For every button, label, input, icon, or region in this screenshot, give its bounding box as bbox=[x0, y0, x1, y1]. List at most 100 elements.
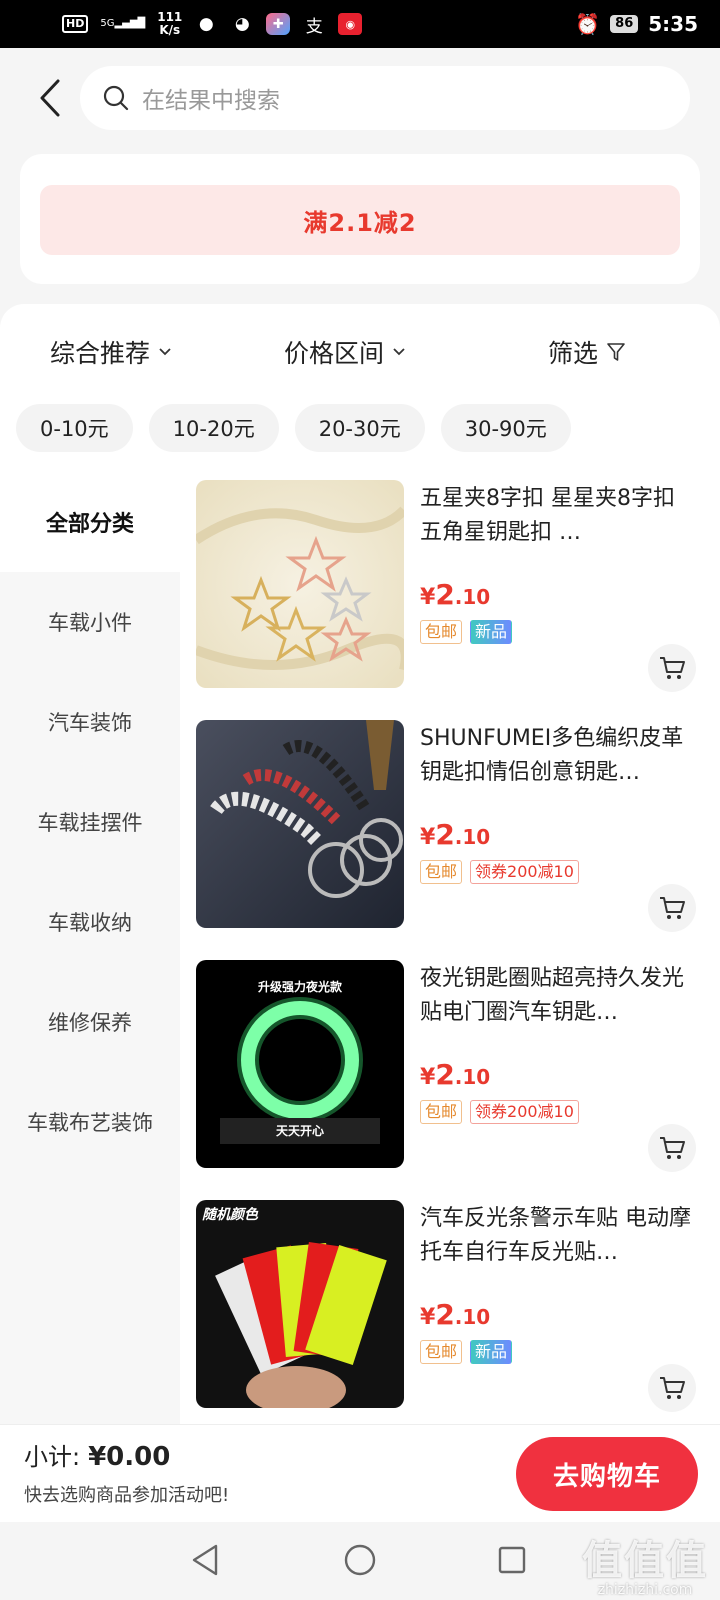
alarm-icon: ⏰ bbox=[575, 12, 601, 36]
network-type: 5G bbox=[100, 18, 115, 29]
new-badge: 新品 bbox=[470, 620, 513, 644]
nav-recents-icon[interactable] bbox=[492, 1540, 532, 1580]
speed-value: 111 bbox=[157, 10, 183, 24]
cart-icon bbox=[660, 1137, 685, 1159]
list-item[interactable]: 五星夹8字扣 星星夹8字扣 五角星钥匙扣 … ¥2.10 包邮 新品 bbox=[196, 480, 706, 720]
price-decimal: .10 bbox=[454, 1065, 491, 1089]
add-to-cart-button[interactable] bbox=[648, 1364, 696, 1412]
sort-price-range-label: 价格区间 bbox=[284, 339, 385, 368]
watermark-url: zhizhizhi.com bbox=[597, 1582, 693, 1598]
chevron-down-icon bbox=[159, 348, 171, 356]
cart-icon bbox=[660, 657, 685, 679]
product-title: 五星夹8字扣 星星夹8字扣 五角星钥匙扣 … bbox=[420, 486, 675, 545]
price-integer: 2 bbox=[435, 1298, 455, 1331]
filter-icon bbox=[607, 343, 625, 361]
category-sidebar: 全部分类 车载小件 汽车装饰 车载挂摆件 车载收纳 维修保养 车载布艺装饰 bbox=[0, 472, 180, 1424]
sidebar-item-all[interactable]: 全部分类 bbox=[0, 472, 180, 572]
filter-label: 筛选 bbox=[548, 339, 599, 368]
price-integer: 2 bbox=[435, 578, 455, 611]
price-chip[interactable]: 0-10元 bbox=[16, 404, 133, 452]
list-item[interactable]: 升级强力夜光款 天天开心 夜光钥匙圈贴超亮持久发光贴电门圈汽车钥匙… ¥2.10… bbox=[196, 960, 706, 1200]
list-item[interactable]: SHUNFUMEI多色编织皮革钥匙扣情侣创意钥匙… ¥2.10 包邮 领券200… bbox=[196, 720, 706, 960]
new-badge: 新品 bbox=[470, 1340, 513, 1364]
price-integer: 2 bbox=[435, 1058, 455, 1091]
speed-unit: K/s bbox=[159, 23, 181, 37]
sidebar-item-decoration[interactable]: 汽车装饰 bbox=[0, 672, 180, 772]
product-tags: 包邮 新品 bbox=[420, 1340, 513, 1364]
product-image bbox=[196, 480, 404, 688]
clock: 5:35 bbox=[648, 12, 698, 36]
alipay-icon: 支 bbox=[305, 16, 323, 37]
promo-discount-button[interactable]: 满2.1减2 bbox=[40, 185, 680, 255]
reflective-strips-graphic bbox=[215, 1242, 387, 1408]
price-decimal: .10 bbox=[454, 825, 491, 849]
subtotal-amount: ¥0.00 bbox=[88, 1442, 171, 1472]
free-shipping-badge: 包邮 bbox=[420, 860, 463, 884]
product-price: ¥2.10 bbox=[420, 818, 490, 851]
go-to-cart-button[interactable]: 去购物车 bbox=[516, 1437, 698, 1511]
sidebar-item-small-items[interactable]: 车载小件 bbox=[0, 572, 180, 672]
cart-icon bbox=[660, 897, 685, 919]
price-chip[interactable]: 10-20元 bbox=[148, 404, 279, 452]
image-caption-bottom: 天天开心 bbox=[220, 1118, 380, 1144]
product-title: 汽车反光条警示车贴 电动摩托车自行车反光贴… bbox=[420, 1206, 691, 1265]
product-tags: 包邮 新品 bbox=[420, 620, 513, 644]
nav-back-icon[interactable] bbox=[186, 1540, 226, 1580]
battery-indicator: 86 bbox=[610, 15, 639, 33]
free-shipping-badge: 包邮 bbox=[420, 1100, 463, 1124]
product-panel: 综合推荐 价格区间 筛选 0-10元 10-20元 20-30元 30-90元 … bbox=[0, 304, 720, 1424]
qq-icon: ◕ bbox=[234, 14, 250, 34]
top-header: 在结果中搜索 bbox=[0, 48, 720, 148]
sort-comprehensive[interactable]: 综合推荐 bbox=[50, 324, 172, 380]
back-icon[interactable] bbox=[36, 78, 64, 118]
watermark-logo: 值值值 bbox=[582, 1538, 708, 1584]
sidebar-item-ornaments[interactable]: 车载挂摆件 bbox=[0, 772, 180, 872]
sidebar-item-storage[interactable]: 车载收纳 bbox=[0, 872, 180, 972]
product-title: SHUNFUMEI多色编织皮革钥匙扣情侣创意钥匙… bbox=[420, 726, 684, 785]
coupon-badge: 领券200减10 bbox=[470, 860, 579, 884]
add-to-cart-button[interactable] bbox=[648, 884, 696, 932]
checkout-bar: 小计: ¥0.00 快去选购商品参加活动吧! 去购物车 bbox=[0, 1424, 720, 1522]
product-title: 夜光钥匙圈贴超亮持久发光贴电门圈汽车钥匙… bbox=[420, 966, 685, 1025]
nav-home-icon[interactable] bbox=[340, 1540, 380, 1580]
product-price: ¥2.10 bbox=[420, 578, 490, 611]
search-input[interactable]: 在结果中搜索 bbox=[80, 66, 690, 130]
wechat-icon: ● bbox=[198, 14, 214, 34]
price-symbol: ¥ bbox=[420, 585, 436, 610]
chevron-down-icon bbox=[393, 348, 405, 356]
sort-price-range[interactable]: 价格区间 bbox=[284, 324, 406, 380]
product-price: ¥2.10 bbox=[420, 1058, 490, 1091]
add-to-cart-button[interactable] bbox=[648, 1124, 696, 1172]
sort-bar: 综合推荐 价格区间 筛选 bbox=[0, 324, 720, 380]
price-chip[interactable]: 20-30元 bbox=[294, 404, 425, 452]
product-image: 随机颜色 bbox=[196, 1200, 404, 1408]
image-caption: 随机颜色 bbox=[202, 1207, 258, 1223]
product-list: 五星夹8字扣 星星夹8字扣 五角星钥匙扣 … ¥2.10 包邮 新品 SHUNF… bbox=[196, 480, 706, 1440]
search-placeholder: 在结果中搜索 bbox=[142, 88, 280, 114]
hd-indicator: HD bbox=[62, 15, 89, 33]
price-symbol: ¥ bbox=[420, 1305, 436, 1330]
price-chip[interactable]: 30-90元 bbox=[440, 404, 571, 452]
cart-icon bbox=[660, 1377, 685, 1399]
coupon-badge: 领券200减10 bbox=[470, 1100, 579, 1124]
network-speed: 111 K/s bbox=[157, 11, 182, 37]
app-icon: ✚ bbox=[266, 13, 291, 35]
price-decimal: .10 bbox=[454, 1305, 491, 1329]
add-to-cart-button[interactable] bbox=[648, 644, 696, 692]
list-item[interactable]: 随机颜色 汽车反光条警示车贴 电动摩托车自行车反光贴… ¥2.10 包邮 新品 bbox=[196, 1200, 706, 1440]
subtotal-hint: 快去选购商品参加活动吧! bbox=[24, 1485, 230, 1506]
product-image: 升级强力夜光款 天天开心 bbox=[196, 960, 404, 1168]
subtotal-label: 小计: bbox=[24, 1443, 81, 1471]
watermark: 值值值 zhizhizhi.com bbox=[582, 1528, 708, 1598]
sidebar-item-fabric[interactable]: 车载布艺装饰 bbox=[0, 1072, 180, 1172]
filter-button[interactable]: 筛选 bbox=[548, 324, 626, 380]
free-shipping-badge: 包邮 bbox=[420, 1340, 463, 1364]
product-image bbox=[196, 720, 404, 928]
sidebar-item-maintenance[interactable]: 维修保养 bbox=[0, 972, 180, 1072]
sort-comprehensive-label: 综合推荐 bbox=[50, 339, 151, 368]
subtotal: 小计: ¥0.00 bbox=[24, 1437, 170, 1472]
free-shipping-badge: 包邮 bbox=[420, 620, 463, 644]
promo-card: 满2.1减2 bbox=[20, 154, 700, 284]
product-price: ¥2.10 bbox=[420, 1298, 490, 1331]
status-bar: HD 5G▂▄▆█ 111 K/s ● ◕ ✚ 支 ◉ ⏰ 86 5:35 bbox=[0, 0, 720, 48]
